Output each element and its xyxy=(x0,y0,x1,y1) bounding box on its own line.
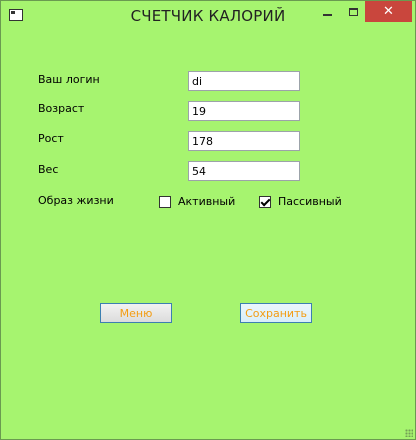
lifestyle-label: Образ жизни xyxy=(38,194,114,207)
weight-input[interactable] xyxy=(188,161,300,181)
login-input[interactable] xyxy=(188,71,300,91)
active-label: Активный xyxy=(178,195,236,208)
active-option[interactable]: Активный xyxy=(159,195,235,208)
minimize-button[interactable] xyxy=(314,1,340,22)
minimize-icon xyxy=(322,13,332,16)
age-label: Возраст xyxy=(38,102,85,115)
close-button[interactable]: ✕ xyxy=(365,1,412,22)
title-bar[interactable]: СЧЕТЧИК КАЛОРИЙ ✕ xyxy=(1,1,415,31)
resize-grip[interactable] xyxy=(405,429,413,437)
maximize-button[interactable] xyxy=(340,1,366,22)
passive-option[interactable]: Пассивный xyxy=(259,195,342,208)
height-label: Рост xyxy=(38,132,64,145)
form-panel: Ваш логин Возраст Рост Вес Образ жизни А… xyxy=(9,31,407,432)
passive-label: Пассивный xyxy=(278,195,342,208)
passive-checkbox[interactable] xyxy=(259,195,271,208)
maximize-icon xyxy=(348,7,358,16)
login-label: Ваш логин xyxy=(38,73,100,86)
height-input[interactable] xyxy=(188,131,300,151)
close-icon: ✕ xyxy=(383,4,394,19)
menu-button[interactable]: Меню xyxy=(100,303,172,323)
save-button[interactable]: Сохранить xyxy=(240,303,312,323)
age-input[interactable] xyxy=(188,101,300,121)
weight-label: Вес xyxy=(38,163,59,176)
app-window: СЧЕТЧИК КАЛОРИЙ ✕ Ваш логин Возраст Рост… xyxy=(0,0,416,440)
active-checkbox[interactable] xyxy=(159,195,171,208)
